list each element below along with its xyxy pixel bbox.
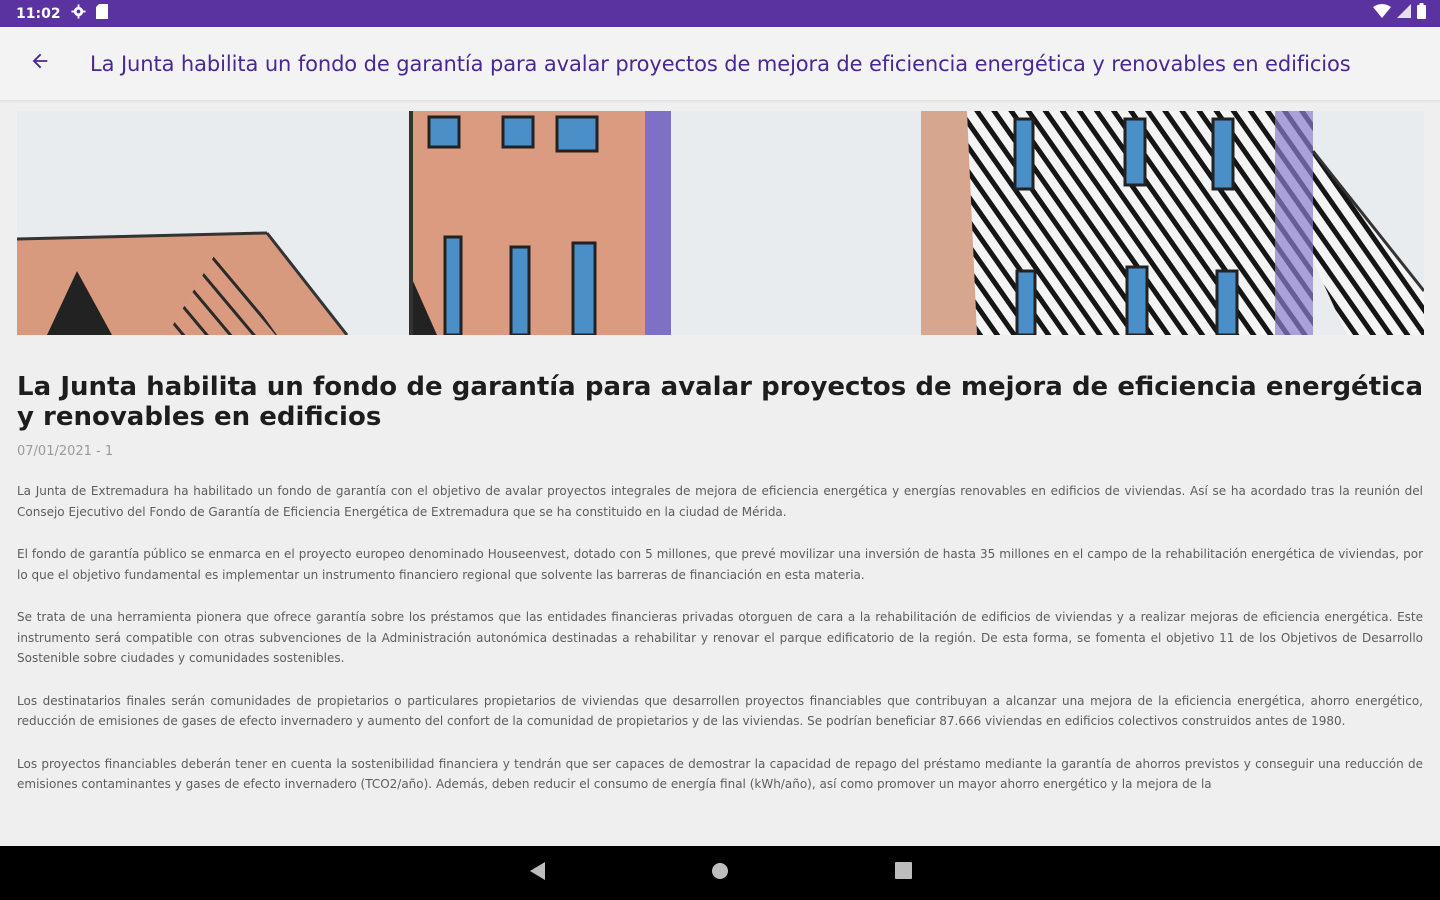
status-right (1373, 3, 1426, 24)
article-paragraph: El fondo de garantía público se enmarca … (17, 547, 1423, 582)
sd-card-icon (95, 4, 108, 23)
article-paragraph: La Junta de Extremadura ha habilitado un… (17, 484, 1423, 519)
nav-recents-icon (894, 862, 912, 884)
app-bar-title: La Junta habilita un fondo de garantía p… (90, 51, 1351, 76)
back-button[interactable] (16, 40, 64, 88)
article-paragraph: Los destinatarios finales serán comunida… (17, 693, 1423, 729)
status-bar: 11:02 (0, 0, 1440, 27)
article-paragraph: Los proyectos financiables deberán tener… (17, 756, 1423, 792)
system-nav-bar (0, 846, 1440, 900)
article-body: La Junta habilita un fondo de garantía p… (17, 372, 1423, 795)
article-headline: La Junta habilita un fondo de garantía p… (17, 372, 1423, 432)
article-paragraph: Se trata de una herramienta pionera que … (17, 610, 1423, 665)
nav-back-button[interactable] (508, 846, 568, 900)
nav-home-button[interactable] (690, 846, 750, 900)
status-time: 11:02 (16, 5, 61, 22)
wifi-icon (1373, 4, 1391, 23)
signal-icon (1397, 4, 1411, 23)
status-left: 11:02 (16, 4, 108, 23)
nav-back-icon (530, 861, 546, 885)
battery-icon (1417, 3, 1426, 24)
nav-recents-button[interactable] (873, 846, 933, 900)
gear-icon (71, 4, 86, 23)
arrow-back-icon (29, 50, 51, 77)
app-bar: La Junta habilita un fondo de garantía p… (0, 27, 1440, 101)
article-scroll-view[interactable]: La Junta habilita un fondo de garantía p… (0, 101, 1440, 816)
article-meta: 07/01/2021 - 1 (17, 444, 114, 459)
article-image (17, 111, 1424, 335)
nav-home-icon (711, 862, 729, 885)
